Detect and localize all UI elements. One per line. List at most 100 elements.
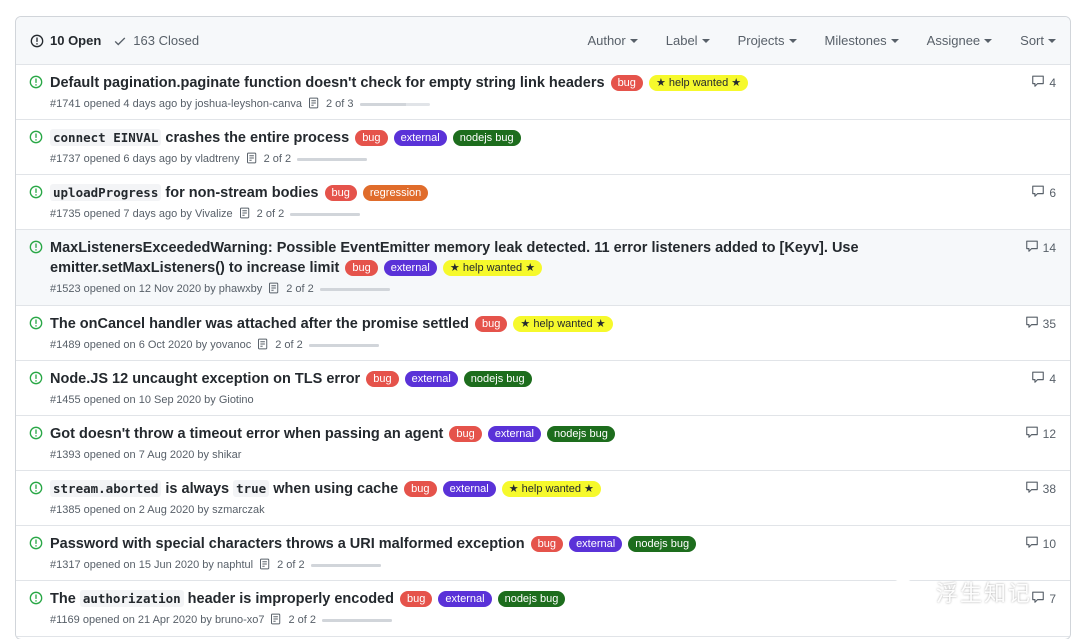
label-help-wanted[interactable]: ★ help wanted ★ xyxy=(501,481,601,497)
comments-link[interactable]: 38 xyxy=(1025,480,1056,497)
open-issues-tab[interactable]: 10 Open xyxy=(30,33,101,48)
task-progress-bar xyxy=(322,618,393,622)
issue-title-line: stream.aborted is always true when using… xyxy=(50,479,1056,499)
issue-title-line: connect EINVAL crashes the entire proces… xyxy=(50,128,1056,148)
issue-meta-text: #1393 opened on 7 Aug 2020 by shikar xyxy=(50,449,242,461)
check-icon xyxy=(114,36,126,45)
label-bug[interactable]: bug xyxy=(404,481,437,497)
task-progress[interactable]: 2 of 2 xyxy=(246,152,368,167)
comments-link[interactable]: 12 xyxy=(1025,425,1056,442)
comments-link[interactable]: 4 xyxy=(1031,74,1056,91)
label-bug[interactable]: bug xyxy=(530,536,564,552)
label-help-wanted[interactable]: ★ help wanted ★ xyxy=(513,316,613,332)
caret-down-icon xyxy=(788,39,797,43)
filter-author[interactable]: Author xyxy=(587,33,638,48)
label-help-wanted[interactable]: ★ help wanted ★ xyxy=(442,260,543,276)
comment-icon xyxy=(1025,239,1043,256)
issue-title[interactable]: Got doesn't throw a timeout error when p… xyxy=(50,426,443,442)
issue-title-line: Got doesn't throw a timeout error when p… xyxy=(50,424,1056,444)
comment-icon xyxy=(1031,370,1049,387)
label-external[interactable]: external xyxy=(487,426,541,442)
label-nodejs-bug[interactable]: nodejs bug xyxy=(628,536,697,552)
label-external[interactable]: external xyxy=(442,481,496,497)
issue-opened-icon xyxy=(29,481,43,500)
issue-title-line: uploadProgress for non-stream bodies bug… xyxy=(50,183,1056,203)
comment-icon xyxy=(1031,74,1049,91)
issue-row: The onCancel handler was attached after … xyxy=(16,306,1070,361)
closed-issues-tab[interactable]: 163 Closed xyxy=(113,33,199,48)
issue-row: stream.aborted is always true when using… xyxy=(16,471,1070,526)
filter-assignee[interactable]: Assignee xyxy=(927,33,993,48)
comment-count: 7 xyxy=(1049,591,1056,606)
label-bug[interactable]: bug xyxy=(475,316,508,332)
label-bug[interactable]: bug xyxy=(324,185,357,201)
issue-list: Default pagination.paginate function doe… xyxy=(16,65,1070,637)
label-external[interactable]: external xyxy=(383,260,437,276)
comments-link[interactable]: 35 xyxy=(1025,315,1056,332)
filter-label: Author xyxy=(587,33,626,48)
filter-label[interactable]: Label xyxy=(666,33,710,48)
issue-title-code[interactable]: connect EINVAL xyxy=(50,129,162,146)
issue-meta: #1741 opened 4 days ago by joshua-leysho… xyxy=(50,96,1056,112)
label-help-wanted[interactable]: ★ help wanted ★ xyxy=(648,75,749,91)
filter-projects[interactable]: Projects xyxy=(738,33,797,48)
task-count: 2 of 2 xyxy=(256,208,285,220)
issue-row: connect EINVAL crashes the entire proces… xyxy=(16,120,1070,175)
issue-title-code[interactable]: uploadProgress xyxy=(50,184,162,201)
label-bug[interactable]: bug xyxy=(400,591,433,607)
issue-title[interactable]: when using cache xyxy=(269,481,398,497)
issue-title[interactable]: header is improperly encoded xyxy=(184,591,394,607)
label-bug[interactable]: bug xyxy=(449,426,482,442)
label-external[interactable]: external xyxy=(569,536,623,552)
comments-link[interactable]: 10 xyxy=(1025,535,1056,552)
filter-sort[interactable]: Sort xyxy=(1020,33,1056,48)
issue-title[interactable]: Node.JS 12 uncaught exception on TLS err… xyxy=(50,371,360,387)
filter-milestones[interactable]: Milestones xyxy=(825,33,899,48)
label-nodejs-bug[interactable]: nodejs bug xyxy=(497,591,566,607)
issue-title-code[interactable]: authorization xyxy=(79,590,184,607)
task-progress-bar xyxy=(290,212,361,216)
issue-opened-icon xyxy=(29,185,43,204)
label-external[interactable]: external xyxy=(393,130,447,146)
issue-title[interactable]: Default pagination.paginate function doe… xyxy=(50,75,605,91)
label-external[interactable]: external xyxy=(404,371,458,387)
comment-count: 14 xyxy=(1042,240,1056,255)
task-progress[interactable]: 2 of 2 xyxy=(259,558,381,573)
filter-bar: Author Label Projects Milestones Assignee Sor… xyxy=(559,33,1056,48)
comment-count: 6 xyxy=(1049,185,1056,200)
issue-title[interactable]: The onCancel handler was attached after … xyxy=(50,316,469,332)
issue-title-code[interactable]: true xyxy=(233,480,270,497)
issue-row: Node.JS 12 uncaught exception on TLS err… xyxy=(16,361,1070,416)
label-nodejs-bug[interactable]: nodejs bug xyxy=(452,130,521,146)
issue-title[interactable]: is always xyxy=(161,481,233,497)
comments-link[interactable]: 6 xyxy=(1031,184,1056,201)
issue-title[interactable]: The xyxy=(50,591,80,607)
label-bug[interactable]: bug xyxy=(355,130,388,146)
label-external[interactable]: external xyxy=(438,591,492,607)
task-progress[interactable]: 2 of 2 xyxy=(270,613,393,628)
task-progress[interactable]: 2 of 3 xyxy=(308,97,430,112)
label-regression[interactable]: regression xyxy=(362,185,429,201)
label-bug[interactable]: bug xyxy=(345,260,378,276)
task-progress[interactable]: 2 of 2 xyxy=(257,338,379,353)
comment-count: 10 xyxy=(1042,536,1056,551)
issue-meta-text: #1741 opened 4 days ago by joshua-leysho… xyxy=(50,98,302,110)
issue-title[interactable]: Password with special characters throws … xyxy=(50,536,525,552)
issue-meta-text: #1737 opened 6 days ago by vladtreny xyxy=(50,153,240,165)
filter-label: Label xyxy=(665,33,698,48)
task-progress[interactable]: 2 of 2 xyxy=(239,207,361,222)
task-progress[interactable]: 2 of 2 xyxy=(268,282,390,297)
comments-link[interactable]: 7 xyxy=(1031,590,1056,607)
label-nodejs-bug[interactable]: nodejs bug xyxy=(546,426,615,442)
comments-link[interactable]: 14 xyxy=(1025,239,1056,256)
label-bug[interactable]: bug xyxy=(610,75,643,91)
label-nodejs-bug[interactable]: nodejs bug xyxy=(463,371,532,387)
task-count: 2 of 2 xyxy=(288,614,317,626)
comments-link[interactable]: 4 xyxy=(1031,370,1056,387)
issue-opened-icon xyxy=(29,536,43,555)
issue-opened-icon xyxy=(29,426,43,445)
issue-title[interactable]: crashes the entire process xyxy=(161,130,349,146)
issue-title-code[interactable]: stream.aborted xyxy=(50,480,162,497)
issue-title[interactable]: for non-stream bodies xyxy=(161,185,318,201)
label-bug[interactable]: bug xyxy=(366,371,399,387)
